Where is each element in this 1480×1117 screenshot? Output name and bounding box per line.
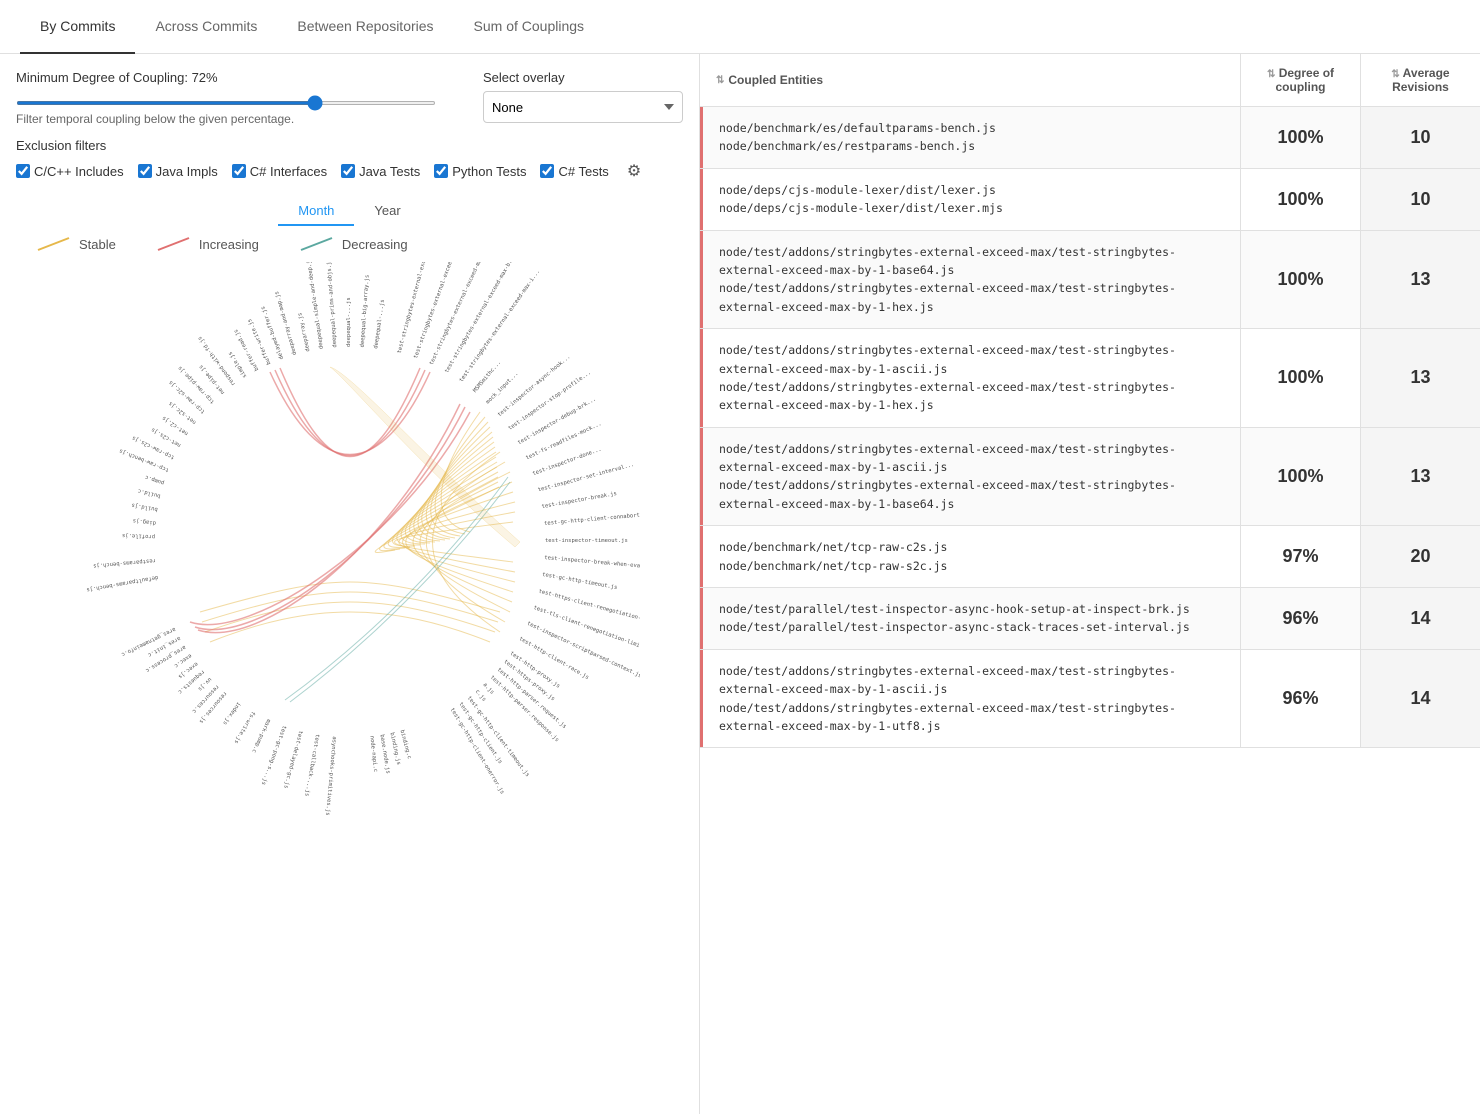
svg-text:deepequal-...js: deepequal-...js xyxy=(346,297,352,347)
svg-text:node-napi.c: node-napi.c xyxy=(368,736,378,773)
svg-text:base.node.js: base.node.js xyxy=(378,734,390,774)
month-toggle[interactable]: Month xyxy=(278,197,354,226)
cell-degree: 96% xyxy=(1240,588,1360,649)
svg-text:diag.js: diag.js xyxy=(132,517,156,525)
svg-text:mark-pump.c: mark-pump.c xyxy=(250,718,271,754)
svg-text:defaultparams-bench.js: defaultparams-bench.js xyxy=(85,574,158,593)
cell-degree: 100% xyxy=(1240,428,1360,526)
svg-text:test-delayed-gc.js: test-delayed-gc.js xyxy=(282,730,303,789)
table-header: ⇅ Coupled Entities ⇅ Degree of coupling … xyxy=(700,54,1480,107)
left-panel: Minimum Degree of Coupling: 72% Filter t… xyxy=(0,54,700,1114)
table-row: node/test/parallel/test-inspector-async-… xyxy=(700,588,1480,650)
chord-diagram[interactable]: test-stringbytes-external-exceed-max-b..… xyxy=(16,262,683,822)
sort-icon-degree: ⇅ xyxy=(1267,69,1275,80)
svg-text:test-gc-http-timeout.js: test-gc-http-timeout.js xyxy=(541,572,617,591)
cell-avg: 14 xyxy=(1360,650,1480,748)
cell-degree: 100% xyxy=(1240,169,1360,230)
legend-decreasing: Decreasing xyxy=(299,234,408,254)
checkbox-java-tests[interactable]: Java Tests xyxy=(341,164,420,179)
svg-text:build.js: build.js xyxy=(131,502,158,513)
tabs-bar: By Commits Across Commits Between Reposi… xyxy=(0,0,1480,54)
legend-stable: Stable xyxy=(36,234,116,254)
min-coupling-label: Minimum Degree of Coupling: 72% xyxy=(16,70,436,85)
cell-avg: 13 xyxy=(1360,231,1480,329)
svg-text:profile.js: profile.js xyxy=(121,532,154,539)
gear-icon[interactable]: ⚙ xyxy=(627,161,641,181)
svg-text:test-inspector-timeout.js: test-inspector-timeout.js xyxy=(545,538,628,544)
svg-text:deepequal-big-array.js: deepequal-big-array.js xyxy=(359,275,370,348)
svg-text:pump.c: pump.c xyxy=(144,474,165,486)
coupling-slider[interactable] xyxy=(16,101,436,105)
table-row: node/test/addons/stringbytes-external-ex… xyxy=(700,329,1480,428)
cell-entities: node/deps/cjs-module-lexer/dist/lexer.js… xyxy=(700,169,1240,230)
svg-text:tcp-raw-pipe.js: tcp-raw-pipe.js xyxy=(177,365,216,405)
svg-text:index.js: index.js xyxy=(221,701,241,726)
checkbox-python-tests[interactable]: Python Tests xyxy=(434,164,526,179)
cell-entities: node/test/addons/stringbytes-external-ex… xyxy=(700,329,1240,427)
checkbox-java-impls[interactable]: Java Impls xyxy=(138,164,218,179)
cell-avg: 14 xyxy=(1360,588,1480,649)
exclusion-label: Exclusion filters xyxy=(16,138,683,153)
cell-entities: node/test/addons/stringbytes-external-ex… xyxy=(700,428,1240,526)
th-entities[interactable]: ⇅ Coupled Entities xyxy=(700,61,1240,99)
right-panel: ⇅ Coupled Entities ⇅ Degree of coupling … xyxy=(700,54,1480,1114)
tab-across-commits[interactable]: Across Commits xyxy=(135,0,277,54)
cell-entities: node/test/addons/stringbytes-external-ex… xyxy=(700,231,1240,329)
svg-text:restparams-bench.js: restparams-bench.js xyxy=(92,557,155,568)
th-degree[interactable]: ⇅ Degree of coupling xyxy=(1240,54,1360,106)
table-row: node/benchmark/es/defaultparams-bench.js… xyxy=(700,107,1480,169)
svg-text:fs-write.js: fs-write.js xyxy=(232,710,255,745)
cell-entities: node/test/parallel/test-inspector-async-… xyxy=(700,588,1240,649)
svg-text:deepequal-...js: deepequal-...js xyxy=(373,299,386,349)
svg-text:test-callback-...js: test-callback-...js xyxy=(303,734,320,797)
year-toggle[interactable]: Year xyxy=(354,197,420,226)
svg-text:test-gc-http-client-connaborte: test-gc-http-client-connaborted.js xyxy=(543,511,639,527)
svg-text:binding.c: binding.c xyxy=(398,729,412,759)
legend-increasing: Increasing xyxy=(156,234,259,254)
cell-avg: 10 xyxy=(1360,107,1480,168)
select-overlay-label: Select overlay xyxy=(483,70,683,85)
table-row: node/benchmark/net/tcp-raw-c2s.js node/b… xyxy=(700,526,1480,588)
svg-text:test-http-parser.request.js: test-http-parser.request.js xyxy=(495,667,566,730)
cell-degree: 96% xyxy=(1240,650,1360,748)
cell-avg: 13 xyxy=(1360,428,1480,526)
table-row: node/test/addons/stringbytes-external-ex… xyxy=(700,231,1480,330)
svg-text:test-https-client-renegotiatio: test-https-client-renegotiation-limit.js xyxy=(537,589,639,629)
svg-text:test-http-client-race.js: test-http-client-race.js xyxy=(517,636,589,681)
cell-entities: node/benchmark/es/defaultparams-bench.js… xyxy=(700,107,1240,168)
svg-text:test-inspector-debug-brk...: test-inspector-debug-brk... xyxy=(516,396,596,446)
th-avg[interactable]: ⇅ Average Revisions xyxy=(1360,54,1480,106)
cell-degree: 97% xyxy=(1240,526,1360,587)
svg-text:deepequal-prims-and-objs.js: deepequal-prims-and-objs.js xyxy=(326,262,338,348)
table-row: node/test/addons/stringbytes-external-ex… xyxy=(700,428,1480,527)
tab-by-commits[interactable]: By Commits xyxy=(20,0,135,54)
svg-text:test-inspector-break-when-eval: test-inspector-break-when-eval.js xyxy=(544,555,640,571)
checkbox-cpp[interactable]: C/C++ Includes xyxy=(16,164,124,179)
cell-degree: 100% xyxy=(1240,231,1360,329)
tab-sum-couplings[interactable]: Sum of Couplings xyxy=(454,0,605,54)
cell-degree: 100% xyxy=(1240,329,1360,427)
cell-avg: 13 xyxy=(1360,329,1480,427)
svg-text:test-inspector-break.js: test-inspector-break.js xyxy=(541,491,617,510)
svg-text:build.c: build.c xyxy=(137,487,161,498)
sort-icon-entities: ⇅ xyxy=(716,75,724,86)
cell-avg: 10 xyxy=(1360,169,1480,230)
table-row: node/test/addons/stringbytes-external-ex… xyxy=(700,650,1480,749)
sort-icon-avg: ⇅ xyxy=(1391,69,1399,80)
cell-degree: 100% xyxy=(1240,107,1360,168)
svg-text:deeparray.js: deeparray.js xyxy=(297,312,311,352)
cell-avg: 20 xyxy=(1360,526,1480,587)
overlay-select[interactable]: None Authors Files xyxy=(483,91,683,123)
svg-text:binding.js: binding.js xyxy=(388,732,401,766)
checkbox-csharp-tests[interactable]: C# Tests xyxy=(540,164,608,179)
svg-text:asynchooks-primitives.js: asynchooks-primitives.js xyxy=(324,736,337,816)
cell-entities: node/test/addons/stringbytes-external-ex… xyxy=(700,650,1240,748)
tab-between-repos[interactable]: Between Repositories xyxy=(277,0,453,54)
checkbox-csharp-interfaces[interactable]: C# Interfaces xyxy=(232,164,327,179)
slider-hint: Filter temporal coupling below the given… xyxy=(16,112,436,126)
cell-entities: node/benchmark/net/tcp-raw-c2s.js node/b… xyxy=(700,526,1240,587)
table-row: node/deps/cjs-module-lexer/dist/lexer.js… xyxy=(700,169,1480,231)
svg-text:deepequal-simple-and-deep.js: deepequal-simple-and-deep.js xyxy=(305,262,324,349)
